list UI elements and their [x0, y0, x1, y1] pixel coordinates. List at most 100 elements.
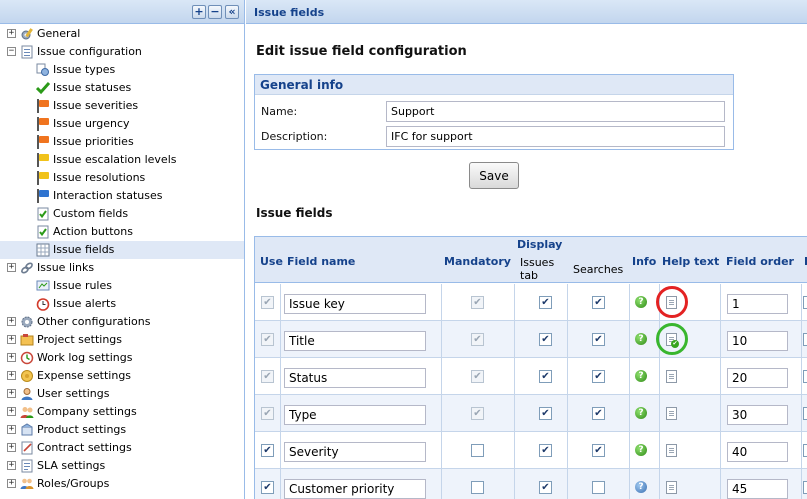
tree-node[interactable]: Issue priorities — [0, 133, 244, 151]
mandatory-checkbox[interactable] — [471, 481, 484, 494]
field-name-input[interactable] — [284, 479, 426, 499]
tree-node[interactable]: + Work log settings — [0, 349, 244, 367]
tree-node[interactable]: − Issue configuration — [0, 43, 244, 61]
expand-node-icon[interactable]: + — [7, 425, 16, 434]
expand-node-icon[interactable]: + — [7, 479, 16, 488]
expand-node-icon[interactable]: + — [7, 335, 16, 344]
name-input[interactable] — [386, 101, 725, 122]
searches-checkbox[interactable]: ✔ — [592, 407, 605, 420]
document-icon[interactable] — [666, 370, 677, 383]
expand-node-icon[interactable]: + — [7, 389, 16, 398]
tree-node[interactable]: + Product settings — [0, 421, 244, 439]
green-help-icon[interactable]: ? — [635, 370, 647, 382]
tree-node[interactable]: Issue alerts — [0, 295, 244, 313]
tree-node[interactable]: + Contract settings — [0, 439, 244, 457]
next-column-checkbox[interactable] — [803, 481, 807, 494]
tree-node[interactable]: Issue severities — [0, 97, 244, 115]
tree-node[interactable]: Issue statuses — [0, 79, 244, 97]
document-icon[interactable] — [666, 481, 677, 494]
issue-fields-panel: Issue fields Edit issue field configurat… — [246, 0, 807, 499]
orange-flag-icon — [36, 99, 49, 113]
issues-tab-checkbox[interactable]: ✔ — [539, 333, 552, 346]
expand-all-button[interactable]: + — [192, 5, 206, 19]
green-highlight-circle — [656, 323, 688, 355]
tree-node-label: Work log settings — [37, 351, 133, 364]
blue-help-icon[interactable]: ? — [635, 481, 647, 493]
tree-node[interactable]: Interaction statuses — [0, 187, 244, 205]
tree-node[interactable]: + SLA settings — [0, 457, 244, 475]
tree-node[interactable]: + User settings — [0, 385, 244, 403]
field-order-input[interactable] — [727, 294, 788, 314]
searches-checkbox[interactable]: ✔ — [592, 370, 605, 383]
tree-node[interactable]: + Roles/Groups — [0, 475, 244, 493]
field-name-input[interactable] — [284, 405, 426, 425]
expand-node-icon[interactable]: + — [7, 407, 16, 416]
field-name-input[interactable] — [284, 294, 426, 314]
tree-node[interactable]: + Project settings — [0, 331, 244, 349]
searches-checkbox[interactable]: ✔ — [592, 333, 605, 346]
tree-node-label: Issue fields — [53, 243, 115, 256]
tree-node[interactable]: Issue rules — [0, 277, 244, 295]
next-column-checkbox[interactable] — [803, 370, 807, 383]
issues-tab-checkbox[interactable]: ✔ — [539, 296, 552, 309]
hide-panel-button[interactable]: « — [225, 5, 239, 19]
searches-checkbox[interactable]: ✔ — [592, 296, 605, 309]
green-help-icon[interactable]: ? — [635, 407, 647, 419]
tree-node[interactable]: Issue escalation levels — [0, 151, 244, 169]
green-help-icon[interactable]: ? — [635, 333, 647, 345]
tree-node[interactable]: Issue resolutions — [0, 169, 244, 187]
field-name-input[interactable] — [284, 331, 426, 351]
collapse-all-button[interactable]: − — [208, 5, 222, 19]
expand-node-icon[interactable]: + — [7, 29, 16, 38]
use-checkbox: ✔ — [261, 333, 274, 346]
expand-node-icon[interactable]: + — [7, 461, 16, 470]
save-button[interactable]: Save — [469, 162, 519, 189]
issues-tab-checkbox[interactable]: ✔ — [539, 407, 552, 420]
green-help-icon[interactable]: ? — [635, 296, 647, 308]
next-column-checkbox[interactable] — [803, 444, 807, 457]
description-input[interactable] — [386, 126, 725, 147]
tree-node[interactable]: + Issue links — [0, 259, 244, 277]
next-column-checkbox[interactable] — [803, 296, 807, 309]
expand-node-icon[interactable]: + — [7, 371, 16, 380]
document-icon[interactable] — [666, 407, 677, 420]
expand-node-icon[interactable]: + — [7, 317, 16, 326]
searches-checkbox[interactable]: ✔ — [592, 444, 605, 457]
expand-node-icon[interactable]: + — [7, 353, 16, 362]
tree-node[interactable]: + Other configurations — [0, 313, 244, 331]
green-help-icon[interactable]: ? — [635, 444, 647, 456]
link-icon — [20, 261, 34, 275]
tree-node[interactable]: Issue types — [0, 61, 244, 79]
tree-node[interactable]: Action buttons — [0, 223, 244, 241]
field-order-input[interactable] — [727, 368, 788, 388]
issues-tab-checkbox[interactable]: ✔ — [539, 370, 552, 383]
field-order-input[interactable] — [727, 331, 788, 351]
tree-node[interactable]: Issue fields — [0, 241, 244, 259]
expand-node-icon[interactable]: + — [7, 443, 16, 452]
tree-node[interactable]: + General — [0, 25, 244, 43]
tree-node[interactable]: Custom fields — [0, 205, 244, 223]
next-column-checkbox[interactable] — [803, 407, 807, 420]
searches-checkbox[interactable] — [592, 481, 605, 494]
use-checkbox[interactable]: ✔ — [261, 481, 274, 494]
field-name-input[interactable] — [284, 368, 426, 388]
issue-types-icon — [36, 63, 50, 77]
expand-node-icon[interactable]: + — [7, 263, 16, 272]
document-icon[interactable] — [666, 444, 677, 457]
field-order-input[interactable] — [727, 405, 788, 425]
issues-tab-checkbox[interactable]: ✔ — [539, 481, 552, 494]
yellow-flag-icon — [36, 171, 49, 185]
tree-node[interactable]: + Expense settings — [0, 367, 244, 385]
tree-node[interactable]: + Company settings — [0, 403, 244, 421]
field-order-input[interactable] — [727, 479, 788, 499]
tree-node[interactable]: Issue urgency — [0, 115, 244, 133]
field-name-input[interactable] — [284, 442, 426, 462]
field-order-input[interactable] — [727, 442, 788, 462]
next-column-checkbox[interactable] — [803, 333, 807, 346]
collapse-node-icon[interactable]: − — [7, 47, 16, 56]
issues-tab-checkbox[interactable]: ✔ — [539, 444, 552, 457]
tree-node-label: Issue links — [37, 261, 95, 274]
tree-node-label: Company settings — [37, 405, 137, 418]
mandatory-checkbox[interactable] — [471, 444, 484, 457]
use-checkbox[interactable]: ✔ — [261, 444, 274, 457]
